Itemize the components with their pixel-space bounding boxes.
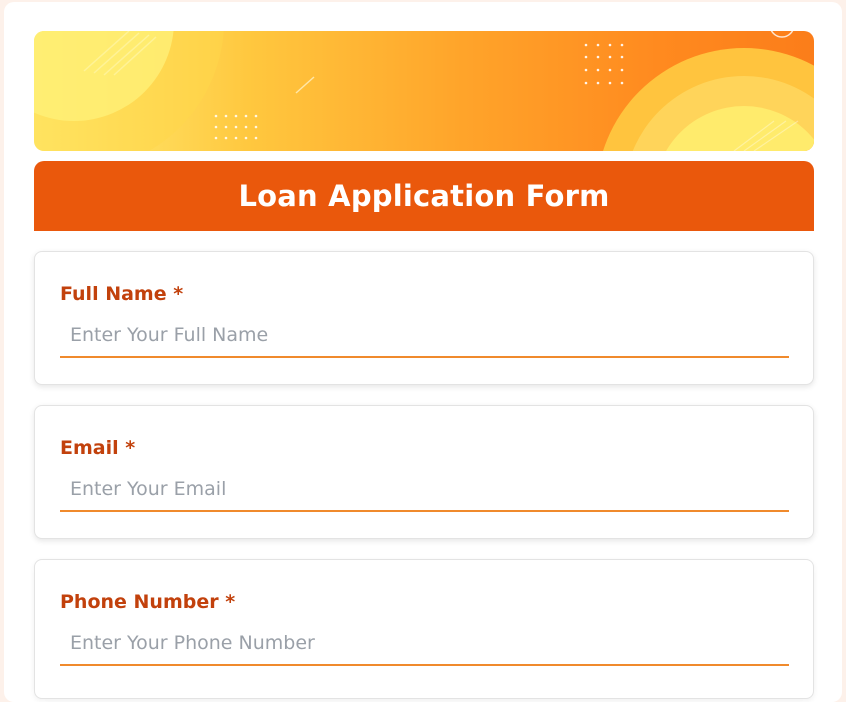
full-name-label: Full Name * [60, 283, 184, 305]
banner-decoration-icon [34, 31, 814, 151]
phone-number-field-card: Phone Number * [34, 559, 814, 699]
form-page: Loan Application Form Full Name * Email … [4, 2, 842, 702]
email-input[interactable] [60, 468, 789, 512]
email-label: Email * [60, 437, 136, 459]
form-title: Loan Application Form [238, 179, 610, 213]
banner-image [34, 31, 814, 151]
form-header: Loan Application Form [34, 161, 814, 231]
email-field-card: Email * [34, 405, 814, 539]
phone-number-input[interactable] [60, 622, 789, 666]
phone-number-label: Phone Number * [60, 591, 236, 613]
full-name-field-card: Full Name * [34, 251, 814, 385]
full-name-input[interactable] [60, 314, 789, 358]
